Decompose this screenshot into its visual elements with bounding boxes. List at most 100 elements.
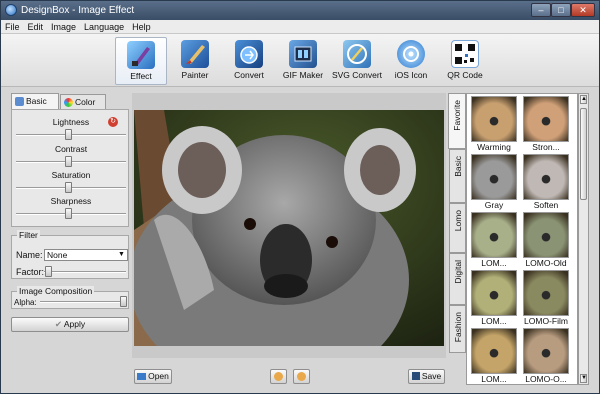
composition-group: Image Composition Alpha: [11, 286, 129, 309]
tool-convert[interactable]: Convert [223, 37, 275, 85]
svg-pen-icon [343, 40, 371, 68]
alpha-slider-thumb[interactable] [120, 296, 127, 307]
preset-thumbnail[interactable]: LOMO-Film [522, 270, 570, 327]
menu-help[interactable]: Help [128, 20, 155, 34]
preset-preview-image [471, 212, 517, 258]
preset-preview-image [523, 96, 569, 142]
preset-preview-image [523, 270, 569, 316]
alpha-slider-track[interactable] [40, 301, 126, 303]
saturation-label: Saturation [51, 170, 91, 180]
effect-brush-icon [127, 41, 155, 69]
minimize-button[interactable]: – [531, 3, 551, 17]
preset-thumbnail[interactable]: Warming [470, 96, 518, 153]
save-button[interactable]: Save [408, 369, 445, 384]
title-bar: DesignBox - Image Effect – □ ✕ [1, 1, 599, 20]
saturation-slider-thumb[interactable] [65, 182, 72, 193]
sharpness-slider-thumb[interactable] [65, 208, 72, 219]
preset-name: LOMO-Old [525, 258, 567, 268]
preset-name: Soften [533, 200, 559, 210]
preset-thumbnail[interactable]: Stron... [522, 96, 570, 153]
paint-brush-icon [181, 40, 209, 68]
composition-legend: Image Composition [17, 286, 95, 296]
maximize-button[interactable]: □ [551, 3, 571, 17]
save-icon [411, 372, 420, 380]
app-window: DesignBox - Image Effect – □ ✕ File Edit I… [0, 0, 600, 394]
filter-name-select[interactable]: None ▼ [44, 249, 128, 261]
tab-color[interactable]: Color [60, 94, 106, 109]
tool-painter[interactable]: Painter [169, 37, 221, 85]
toolbar: Effect Painter Convert GIF Maker SVG Con… [1, 34, 599, 87]
preset-name: LOM... [481, 374, 507, 384]
preset-thumbnail[interactable]: LOM... [470, 270, 518, 327]
preset-preview-image [471, 154, 517, 200]
alpha-label: Alpha: [14, 298, 37, 307]
contrast-label: Contrast [54, 144, 88, 154]
reset-icon[interactable]: ↻ [108, 117, 118, 127]
factor-slider-thumb[interactable] [45, 266, 52, 277]
factor-slider-track[interactable] [44, 271, 126, 273]
tab-basic-category[interactable]: Basic [449, 149, 466, 203]
menu-edit[interactable]: Edit [24, 20, 48, 34]
scroll-down-icon[interactable]: ▼ [580, 374, 587, 383]
preset-preview-image [471, 270, 517, 316]
window-title: DesignBox - Image Effect [21, 5, 135, 16]
color-tab-icon [64, 98, 73, 107]
ios-icon [397, 40, 425, 68]
tab-basic[interactable]: Basic [11, 93, 59, 109]
convert-image-icon [235, 40, 263, 68]
preset-name: LOMO-Film [524, 316, 568, 326]
adjust-group: Lightness ↻ Contrast Saturation Sharpnes… [11, 109, 129, 227]
menu-image[interactable]: Image [47, 20, 80, 34]
tab-favorite[interactable]: Favorite [448, 93, 466, 149]
factor-label: Factor: [16, 267, 45, 277]
contrast-slider-thumb[interactable] [65, 156, 72, 167]
tab-lomo[interactable]: Lomo [449, 203, 466, 253]
tool-gif-maker[interactable]: GIF Maker [277, 37, 329, 85]
preset-thumbnail[interactable]: LOM... [470, 212, 518, 269]
preset-thumbnail[interactable]: Soften [522, 154, 570, 211]
preset-name: Gray [484, 200, 504, 210]
redo-button[interactable] [293, 369, 310, 384]
preset-thumbnail[interactable]: Gray [470, 154, 518, 211]
apply-icon: ✔ [54, 319, 64, 329]
filter-legend: Filter [17, 230, 40, 240]
folder-icon [137, 373, 147, 380]
preset-scrollbar[interactable]: ▲ ▼ [578, 93, 589, 385]
tool-ios-icon[interactable]: iOS Icon [385, 37, 437, 85]
left-panel: Basic Color Lightness ↻ Contrast Saturat… [9, 93, 131, 389]
preset-name: LOMO-O... [525, 374, 567, 384]
menu-language[interactable]: Language [80, 20, 128, 34]
scroll-thumb[interactable] [580, 108, 587, 200]
gif-film-icon [289, 40, 317, 68]
filter-group: Filter Name: None ▼ Factor: [11, 230, 129, 279]
sharpness-label: Sharpness [50, 196, 92, 206]
tab-digital[interactable]: Digital [449, 253, 466, 305]
preset-name: LOM... [481, 258, 507, 268]
open-button[interactable]: Open [134, 369, 172, 384]
tool-qr-code[interactable]: QR Code [439, 37, 491, 85]
lightness-slider-thumb[interactable] [65, 129, 72, 140]
preset-preview-image [523, 154, 569, 200]
menu-file[interactable]: File [1, 20, 24, 34]
filter-name-label: Name: [16, 250, 43, 260]
close-button[interactable]: ✕ [571, 3, 595, 17]
scroll-up-icon[interactable]: ▲ [580, 95, 587, 104]
basic-tab-icon [15, 97, 24, 106]
preset-thumbnail[interactable]: LOMO-Old [522, 212, 570, 269]
qr-code-icon [451, 40, 479, 68]
preset-name: Stron... [532, 142, 560, 152]
koala-photo [134, 110, 444, 346]
preset-list: Warming Stron... Gray Soften LOM... LOMO-Old L… [466, 93, 578, 385]
tab-fashion[interactable]: Fashion [449, 305, 466, 353]
undo-icon [274, 372, 283, 381]
undo-button[interactable] [270, 369, 287, 384]
preset-thumbnail[interactable]: LOM... [470, 328, 518, 384]
preset-name: LOM... [481, 316, 507, 326]
image-preview-area [132, 93, 446, 358]
tool-svg-convert[interactable]: SVG Convert [331, 37, 383, 85]
tool-effect[interactable]: Effect [115, 37, 167, 85]
preset-preview-image [523, 328, 569, 374]
preset-preview-image [471, 328, 517, 374]
preset-thumbnail[interactable]: LOMO-O... [522, 328, 570, 384]
apply-button[interactable]: ✔ Apply [11, 317, 129, 332]
